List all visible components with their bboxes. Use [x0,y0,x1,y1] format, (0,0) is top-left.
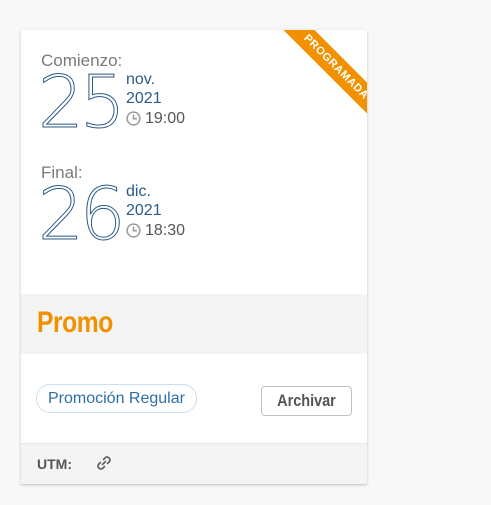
clock-icon [126,111,141,126]
promotion-type-tag[interactable]: Promoción Regular [36,384,197,413]
end-time: 18:30 [145,222,186,239]
archive-button[interactable]: Archivar [261,386,352,416]
end-year: 2021 [126,202,162,219]
start-year: 2021 [126,90,162,107]
event-title[interactable]: Promo [37,306,113,340]
card-footer: UTM: [21,443,367,484]
end-date: Final: 26 dic. 2021 18:30 [38,164,186,262]
start-date: Comienzo: 25 nov. 2021 19:00 [38,52,186,150]
end-month: dic. [126,183,151,200]
event-card: PROGRAMADA Comienzo: 25 nov. 2021 19:00 … [21,30,367,484]
event-title-band: Promo [21,294,367,354]
start-month: nov. [126,71,156,88]
end-day: 26 [38,172,127,256]
start-day: 25 [38,60,127,144]
status-ribbon-label: PROGRAMADA [282,30,367,120]
link-icon[interactable] [95,454,113,472]
status-ribbon: PROGRAMADA [277,30,367,120]
clock-icon [126,223,141,238]
archive-button-label: Archivar [277,391,336,410]
utm-label: UTM: [37,456,72,472]
start-time: 19:00 [145,110,186,127]
